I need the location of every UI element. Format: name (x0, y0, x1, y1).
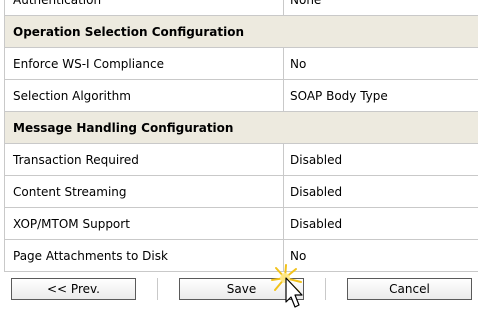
row-label-selection-algorithm: Selection Algorithm (4, 79, 284, 112)
configuration-table: Authentication None Operation Selection … (4, 0, 478, 272)
section-title-operation-selection: Operation Selection Configuration (4, 15, 478, 48)
row-value-enforce-wsi: No (283, 47, 478, 80)
row-label-xop-mtom: XOP/MTOM Support (4, 207, 284, 240)
section-header-row: Operation Selection Configuration (4, 15, 478, 48)
table-row: XOP/MTOM Support Disabled (4, 207, 478, 240)
table-row: Authentication None (4, 0, 478, 16)
button-separator (157, 278, 158, 300)
button-bar: << Prev. Save Cancel (0, 272, 478, 309)
cancel-button[interactable]: Cancel (347, 278, 472, 300)
row-value-xop-mtom: Disabled (283, 207, 478, 240)
prev-button[interactable]: << Prev. (11, 278, 136, 300)
table-row: Transaction Required Disabled (4, 143, 478, 176)
row-label-authentication: Authentication (4, 0, 284, 16)
table-row: Enforce WS-I Compliance No (4, 47, 478, 80)
table-row: Content Streaming Disabled (4, 175, 478, 208)
row-value-selection-algorithm: SOAP Body Type (283, 79, 478, 112)
section-title-message-handling: Message Handling Configuration (4, 111, 478, 144)
table-row: Page Attachments to Disk No (4, 239, 478, 272)
row-label-content-streaming: Content Streaming (4, 175, 284, 208)
button-separator (325, 278, 326, 300)
table-row: Selection Algorithm SOAP Body Type (4, 79, 478, 112)
row-label-transaction-required: Transaction Required (4, 143, 284, 176)
row-label-page-attachments: Page Attachments to Disk (4, 239, 284, 272)
row-value-transaction-required: Disabled (283, 143, 478, 176)
row-value-content-streaming: Disabled (283, 175, 478, 208)
row-value-authentication: None (283, 0, 478, 16)
section-header-row: Message Handling Configuration (4, 111, 478, 144)
mouse-pointer-icon (271, 264, 303, 308)
row-label-enforce-wsi: Enforce WS-I Compliance (4, 47, 284, 80)
